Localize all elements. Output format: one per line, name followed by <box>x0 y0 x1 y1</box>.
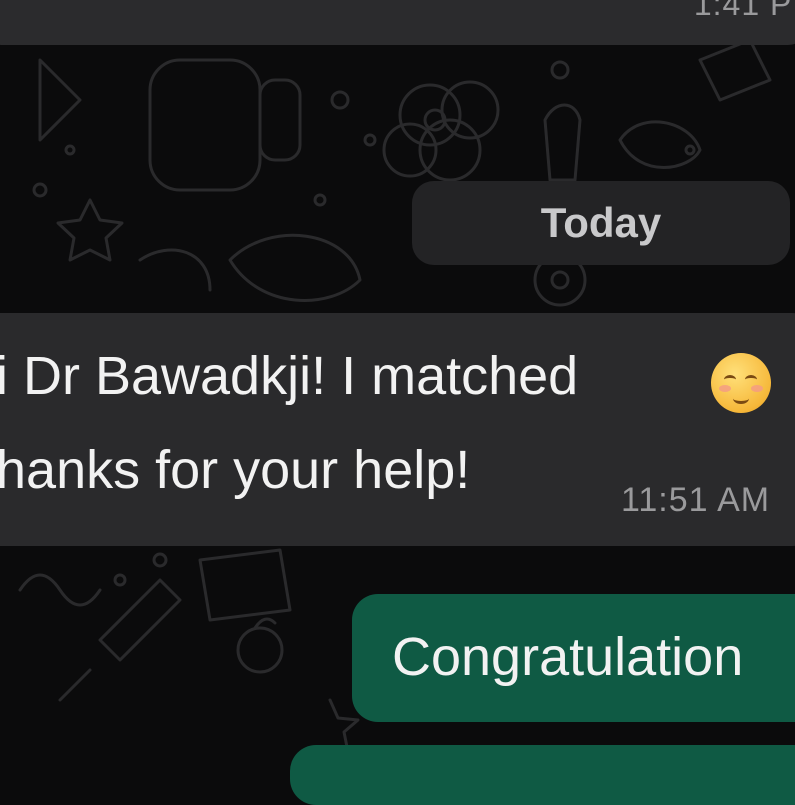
outgoing-message-bubble[interactable] <box>290 745 795 805</box>
date-separator: Today <box>412 181 790 265</box>
smiling-face-emoji-icon <box>711 353 771 413</box>
message-text: Congratulation <box>392 627 744 687</box>
message-text-line: i Dr Bawadkji! I matched <box>0 346 579 406</box>
message-timestamp: 11:51 AM <box>621 481 771 519</box>
message-text-line: hanks for your help! <box>0 440 471 500</box>
previous-message-bubble[interactable]: 1:41 PM <box>0 0 795 45</box>
message-timestamp: 1:41 PM <box>693 0 795 22</box>
incoming-message-bubble[interactable]: i Dr Bawadkji! I matched hanks for your … <box>0 313 795 546</box>
outgoing-message-bubble[interactable]: Congratulation <box>352 594 795 722</box>
date-separator-label: Today <box>540 199 662 246</box>
